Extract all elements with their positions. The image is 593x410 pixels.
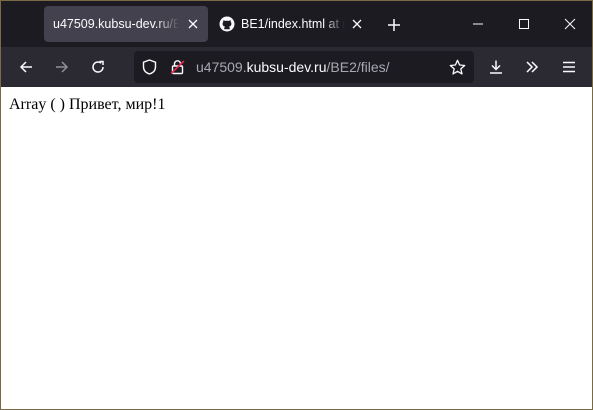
url-host: kubsu-dev.ru xyxy=(246,59,327,75)
bookmark-star-icon[interactable] xyxy=(447,58,467,76)
tab-strip: u47509.kubsu-dev.ru/BE2/files/ BE1/index… xyxy=(1,1,592,47)
nav-toolbar: u47509.kubsu-dev.ru/BE2/files/ xyxy=(1,47,592,87)
page-content: Array ( ) Привет, мир!1 xyxy=(1,87,592,409)
close-window-icon[interactable] xyxy=(558,13,582,35)
browser-window: u47509.kubsu-dev.ru/BE2/files/ BE1/index… xyxy=(0,0,593,410)
tab-title: BE1/index.html at main xyxy=(241,17,345,31)
url-path: /BE2/files/ xyxy=(326,59,390,75)
url-text: u47509.kubsu-dev.ru/BE2/files/ xyxy=(196,59,390,75)
shield-icon[interactable] xyxy=(140,58,158,76)
back-arrow-icon[interactable] xyxy=(13,55,39,79)
tab-close-icon[interactable] xyxy=(348,15,366,33)
url-prefix: u47509. xyxy=(196,59,247,75)
hamburger-menu-icon[interactable] xyxy=(556,55,582,79)
forward-arrow-icon[interactable] xyxy=(49,55,75,79)
minimize-icon[interactable] xyxy=(466,13,490,35)
reload-icon[interactable] xyxy=(85,55,111,79)
maximize-icon[interactable] xyxy=(512,13,536,35)
github-icon xyxy=(219,16,235,32)
overflow-chevron-icon[interactable] xyxy=(519,55,545,79)
tab-title: u47509.kubsu-dev.ru/BE2/files/ xyxy=(53,17,179,31)
tab-github[interactable]: BE1/index.html at main xyxy=(210,6,372,42)
insecure-lock-icon[interactable] xyxy=(168,58,186,76)
tab-active[interactable]: u47509.kubsu-dev.ru/BE2/files/ xyxy=(44,6,208,42)
download-icon[interactable] xyxy=(483,55,509,79)
new-tab-plus-icon[interactable] xyxy=(383,14,405,36)
address-bar[interactable]: u47509.kubsu-dev.ru/BE2/files/ xyxy=(134,51,474,83)
tab-close-icon[interactable] xyxy=(184,15,202,33)
page-output-text: Array ( ) Привет, мир!1 xyxy=(9,96,166,113)
